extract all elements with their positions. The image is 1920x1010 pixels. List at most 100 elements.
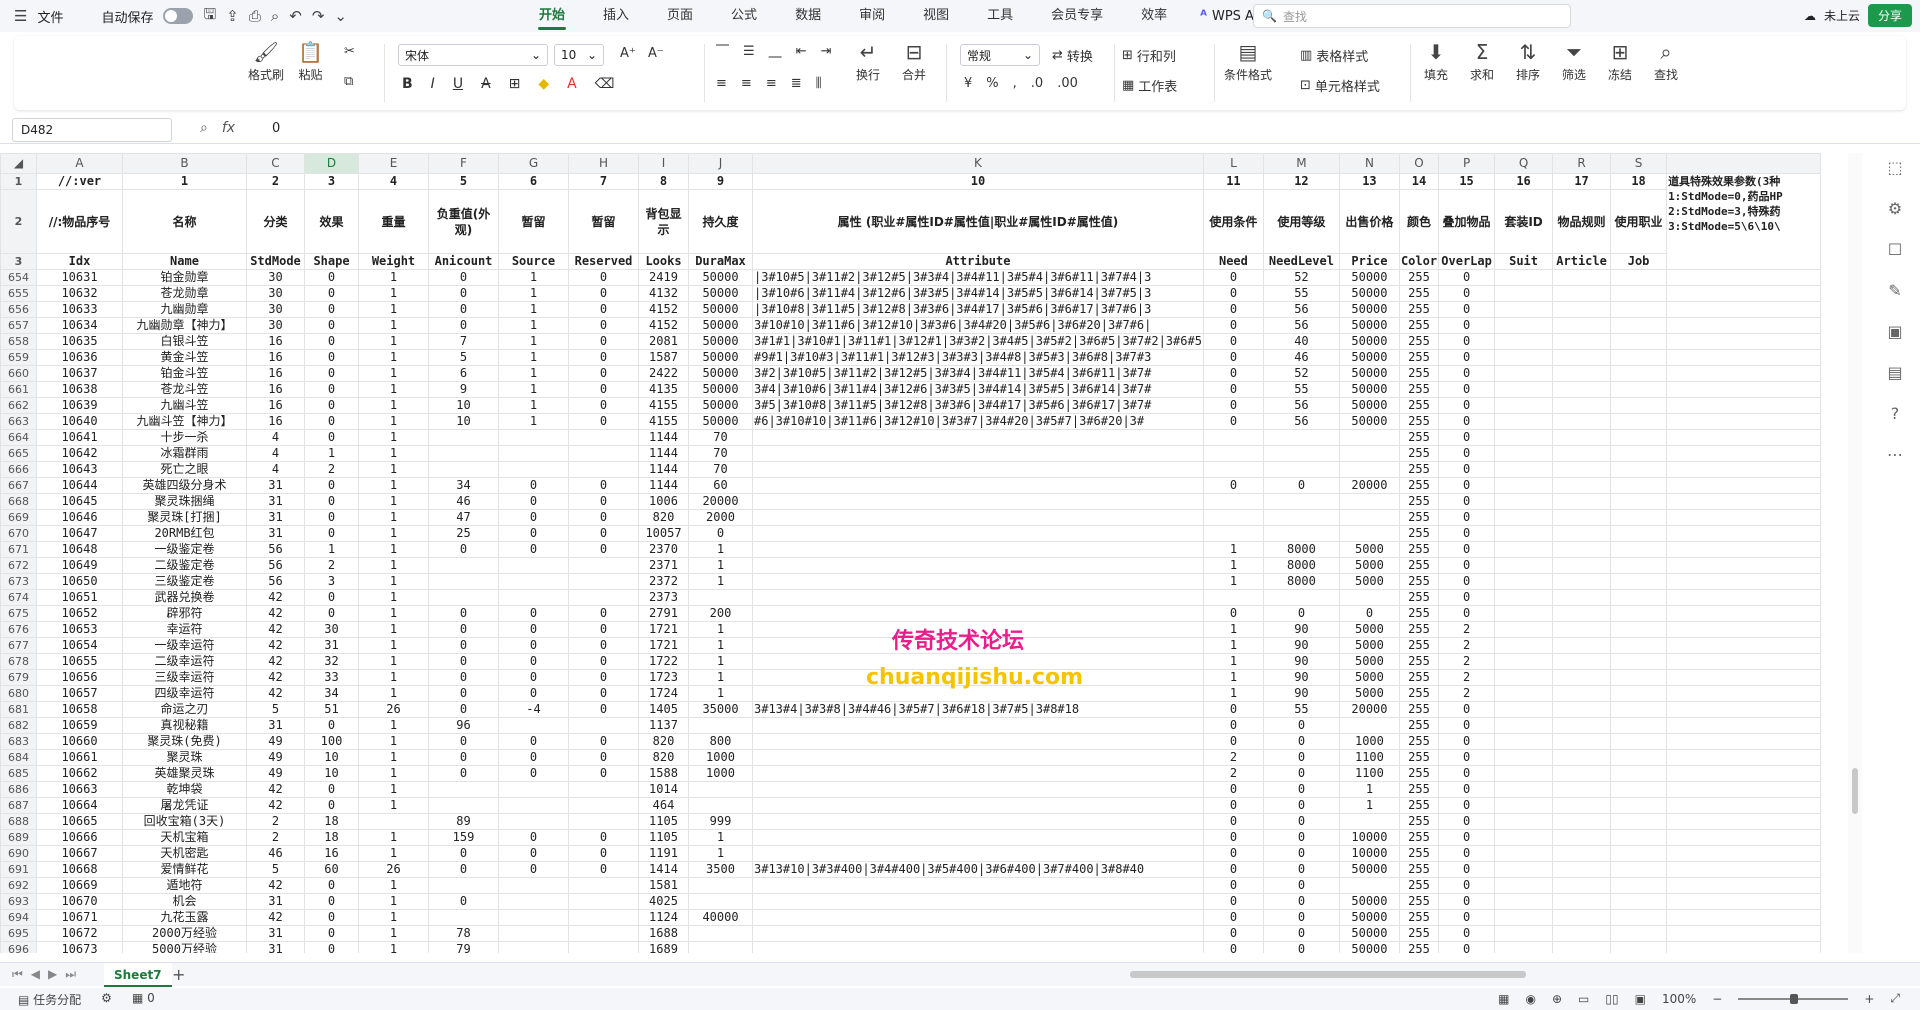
cell[interactable]: 0 (304, 605, 359, 622)
cell[interactable]: 79 (428, 941, 499, 953)
redo-icon[interactable]: ↷ (312, 7, 325, 25)
cell[interactable]: 暂留 (498, 189, 569, 254)
cell[interactable] (1552, 477, 1612, 494)
row-header[interactable]: 683 (0, 733, 37, 750)
cell[interactable]: 10637 (36, 365, 123, 382)
cell[interactable]: 1 (358, 653, 429, 670)
cell[interactable]: 46 (246, 845, 305, 862)
cell[interactable]: 255 (1398, 285, 1440, 302)
cell[interactable] (1494, 685, 1554, 702)
cell[interactable]: 1137 (638, 717, 689, 734)
cell[interactable]: 1 (498, 381, 569, 398)
cell[interactable]: 26 (358, 861, 429, 878)
cell[interactable]: 0 (498, 733, 569, 750)
row-header[interactable]: 692 (0, 877, 37, 894)
cell[interactable]: 1 (688, 845, 753, 862)
column-header-R[interactable]: R (1552, 153, 1612, 174)
cell[interactable] (1610, 829, 1668, 846)
cell[interactable]: 1000 (688, 749, 753, 766)
cell[interactable]: 分类 (246, 189, 305, 254)
cell[interactable]: 1 (358, 301, 429, 318)
cell[interactable]: |3#10#6|3#11#4|3#12#6|3#3#5|3#4#14|3#5#5… (752, 285, 1204, 302)
cell[interactable] (1552, 301, 1612, 318)
cell[interactable]: 套装ID (1494, 189, 1554, 254)
cell[interactable] (1262, 429, 1340, 446)
column-header-F[interactable]: F (428, 153, 499, 174)
cell[interactable]: 34 (428, 477, 499, 494)
cell[interactable]: 0 (1202, 925, 1264, 942)
align-right-icon[interactable]: ≡ (766, 76, 777, 91)
cell[interactable] (1552, 797, 1612, 814)
cell[interactable] (1552, 461, 1612, 478)
cell[interactable] (1666, 765, 1822, 782)
cell[interactable] (1494, 829, 1554, 846)
cell[interactable] (1494, 541, 1554, 558)
cell[interactable]: 0 (1202, 605, 1264, 622)
row-header[interactable]: 673 (0, 573, 37, 590)
cell[interactable]: 10633 (36, 301, 123, 318)
cell[interactable] (1494, 653, 1554, 670)
cell[interactable] (568, 925, 639, 942)
distribute-icon[interactable]: ⫼ (816, 76, 822, 91)
cell[interactable]: 1 (358, 429, 429, 446)
cell[interactable] (1494, 861, 1554, 878)
cell[interactable]: 1 (688, 829, 753, 846)
cell[interactable]: 0 (304, 781, 359, 798)
cell[interactable]: 50000 (1338, 861, 1400, 878)
cell[interactable]: 60 (304, 861, 359, 878)
cell[interactable]: 10636 (36, 349, 123, 366)
cell[interactable]: 255 (1398, 301, 1440, 318)
cell[interactable]: 1144 (638, 461, 689, 478)
cell[interactable]: 1 (358, 669, 429, 686)
cell[interactable]: 0 (304, 397, 359, 414)
cell[interactable] (1552, 413, 1612, 430)
cell[interactable]: 1 (358, 589, 429, 606)
cell[interactable] (1666, 781, 1822, 798)
cell[interactable]: 1006 (638, 493, 689, 510)
cell[interactable]: 50000 (688, 365, 753, 382)
cell[interactable] (568, 573, 639, 590)
cell[interactable]: 1100 (1338, 749, 1400, 766)
cell[interactable] (1338, 525, 1400, 542)
cell[interactable]: 0 (568, 301, 639, 318)
cell[interactable] (1610, 477, 1668, 494)
cell[interactable]: 50000 (1338, 941, 1400, 953)
cell[interactable]: 0 (498, 493, 569, 510)
cell[interactable] (1552, 509, 1612, 526)
cell[interactable]: 1 (358, 269, 429, 286)
cell[interactable]: 1000 (688, 765, 753, 782)
cell[interactable]: 30 (246, 301, 305, 318)
cell[interactable]: 50000 (1338, 317, 1400, 334)
column-header-S[interactable]: S (1610, 153, 1668, 174)
cell[interactable] (1494, 765, 1554, 782)
cell[interactable] (1494, 429, 1554, 446)
cell[interactable] (1666, 925, 1822, 942)
cell[interactable] (1494, 493, 1554, 510)
cell[interactable]: 0 (428, 669, 499, 686)
cell[interactable]: 7 (428, 333, 499, 350)
tab-3[interactable]: 公式 (712, 0, 776, 32)
cell[interactable] (498, 557, 569, 574)
cell[interactable]: 4135 (638, 381, 689, 398)
cell[interactable]: 0 (1262, 605, 1340, 622)
cell[interactable] (1666, 717, 1822, 734)
cell[interactable]: 10672 (36, 925, 123, 942)
cell[interactable]: 10651 (36, 589, 123, 606)
cell[interactable] (752, 525, 1204, 542)
cell[interactable]: 道具特殊效果参数(3种 1:StdMode=0,药品HP 2:StdMode=3… (1666, 173, 1822, 270)
cell[interactable]: 1105 (638, 813, 689, 830)
cell[interactable] (752, 781, 1204, 798)
cell[interactable]: 3#2|3#10#5|3#11#2|3#12#5|3#3#4|3#4#11|3#… (752, 365, 1204, 382)
cell[interactable]: #6|3#10#10|3#11#6|3#12#10|3#3#7|3#4#20|3… (752, 413, 1204, 430)
row-header[interactable]: 668 (0, 493, 37, 510)
cell[interactable] (1610, 701, 1668, 718)
cell[interactable]: 56 (1262, 397, 1340, 414)
cell[interactable] (1202, 525, 1264, 542)
cell[interactable]: 10000 (1338, 845, 1400, 862)
cell[interactable]: 90 (1262, 621, 1340, 638)
underline-icon[interactable]: U (453, 76, 463, 92)
cell[interactable]: 255 (1398, 877, 1440, 894)
cell[interactable]: 九幽勋章 (122, 301, 247, 318)
number-format-select[interactable]: 常规 ⌄ (960, 44, 1040, 66)
cell[interactable]: 乾坤袋 (122, 781, 247, 798)
